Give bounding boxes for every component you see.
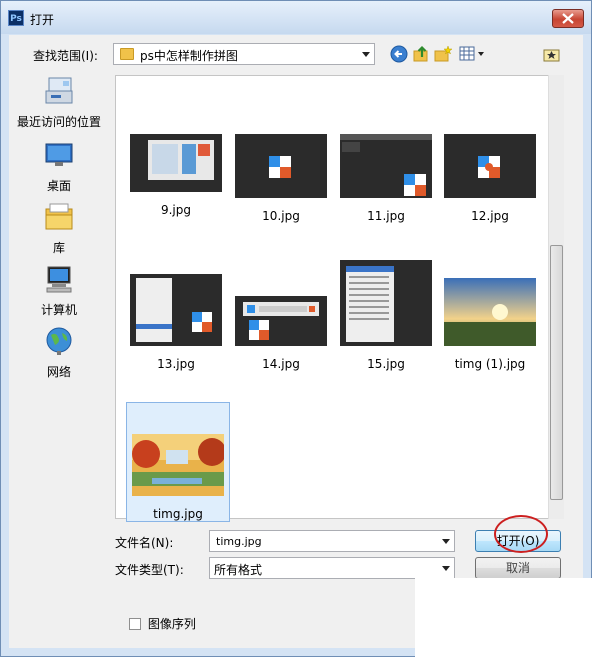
place-recent[interactable]: 最近访问的位置 [9,75,109,130]
place-label: 网络 [46,365,71,379]
file-item[interactable]: 10.jpg [229,134,333,223]
file-item[interactable]: 12.jpg [438,134,542,223]
dialog-title: 打开 [30,13,55,27]
view-menu-icon[interactable] [459,45,487,63]
file-name-field[interactable] [209,530,455,552]
file-name: 13.jpg [157,357,195,371]
file-name: timg (1).jpg [454,357,526,371]
photoshop-icon: Ps [8,10,24,26]
network-icon [46,327,72,355]
place-network[interactable]: 网络 [9,325,109,380]
close-icon [562,13,574,24]
place-desktop[interactable]: 桌面 [9,139,109,194]
watermark-overlay [415,578,592,658]
folder-icon [120,48,134,60]
place-libraries[interactable]: 库 [9,201,109,256]
file-name: 15.jpg [367,357,405,371]
dialog-content: 查找范围(I): ps中怎样制作拼图 最近访问的位置 桌面 库 计算机 网络 9… [9,35,583,648]
recent-places-icon [45,77,73,104]
look-in-combo[interactable]: ps中怎样制作拼图 [113,43,375,65]
place-label: 计算机 [40,303,77,317]
file-name: 9.jpg [160,203,192,217]
file-name-label: 文件名(N): [115,536,174,550]
file-name: timg.jpg [153,507,203,521]
image-sequence-label: 图像序列 [147,617,196,631]
file-item[interactable]: 14.jpg [229,296,333,371]
file-name: 10.jpg [262,209,300,223]
image-sequence-checkbox[interactable] [129,618,141,630]
file-name: 12.jpg [471,209,509,223]
place-label: 最近访问的位置 [16,115,101,129]
star-icon[interactable] [543,45,561,63]
file-name-input[interactable] [214,534,418,549]
open-dialog: Ps 打开 查找范围(I): ps中怎样制作拼图 最近访问的位置 桌面 库 计算… [0,0,592,658]
file-name: 14.jpg [262,357,300,371]
file-type-select[interactable]: 所有格式 [209,557,455,579]
look-in-label: 查找范围(I): [33,49,98,63]
file-list: 9.jpg 10.jpg 11.jpg 12.jpg 13.jpg 14.jpg… [115,75,564,522]
place-label: 库 [52,241,65,255]
new-folder-icon[interactable] [434,45,452,63]
place-label: 桌面 [46,179,71,193]
file-name: 11.jpg [367,209,405,223]
file-thumbnail [340,134,432,198]
file-thumbnail [235,296,327,346]
desktop-icon [45,143,73,166]
file-thumbnail [444,134,536,198]
file-thumbnail [444,278,536,346]
chevron-down-icon [362,52,370,57]
places-bar: 最近访问的位置 桌面 库 计算机 网络 [9,75,109,395]
file-thumbnail [340,260,432,346]
look-in-value: ps中怎样制作拼图 [140,49,238,63]
file-type-value: 所有格式 [214,563,263,577]
file-item[interactable]: 11.jpg [334,134,438,223]
highlight-circle [494,515,548,553]
file-item[interactable]: 15.jpg [334,260,438,371]
file-item[interactable]: timg (1).jpg [438,278,542,371]
file-item[interactable]: 9.jpg [124,134,228,217]
file-thumbnail [235,134,327,198]
file-thumbnail [130,134,222,192]
file-item-selected[interactable]: timg.jpg [126,402,230,522]
back-arrow-icon[interactable] [390,45,408,63]
file-thumbnail [130,274,222,346]
close-button[interactable] [552,9,584,28]
file-item[interactable]: 13.jpg [124,274,228,371]
place-computer[interactable]: 计算机 [9,263,109,318]
cancel-button[interactable]: 取消 [475,557,561,579]
up-folder-icon[interactable] [412,45,430,63]
file-thumbnail [132,434,226,496]
chevron-down-icon [442,566,450,571]
chevron-down-icon[interactable] [442,539,450,544]
scrollbar-thumb[interactable] [550,245,563,500]
title-bar: Ps 打开 [1,1,591,34]
computer-icon [46,266,72,293]
image-sequence-option[interactable]: 图像序列 [129,615,196,632]
libraries-icon [45,203,73,230]
file-type-label: 文件类型(T): [115,563,184,577]
file-list-scrollbar[interactable] [548,75,564,519]
